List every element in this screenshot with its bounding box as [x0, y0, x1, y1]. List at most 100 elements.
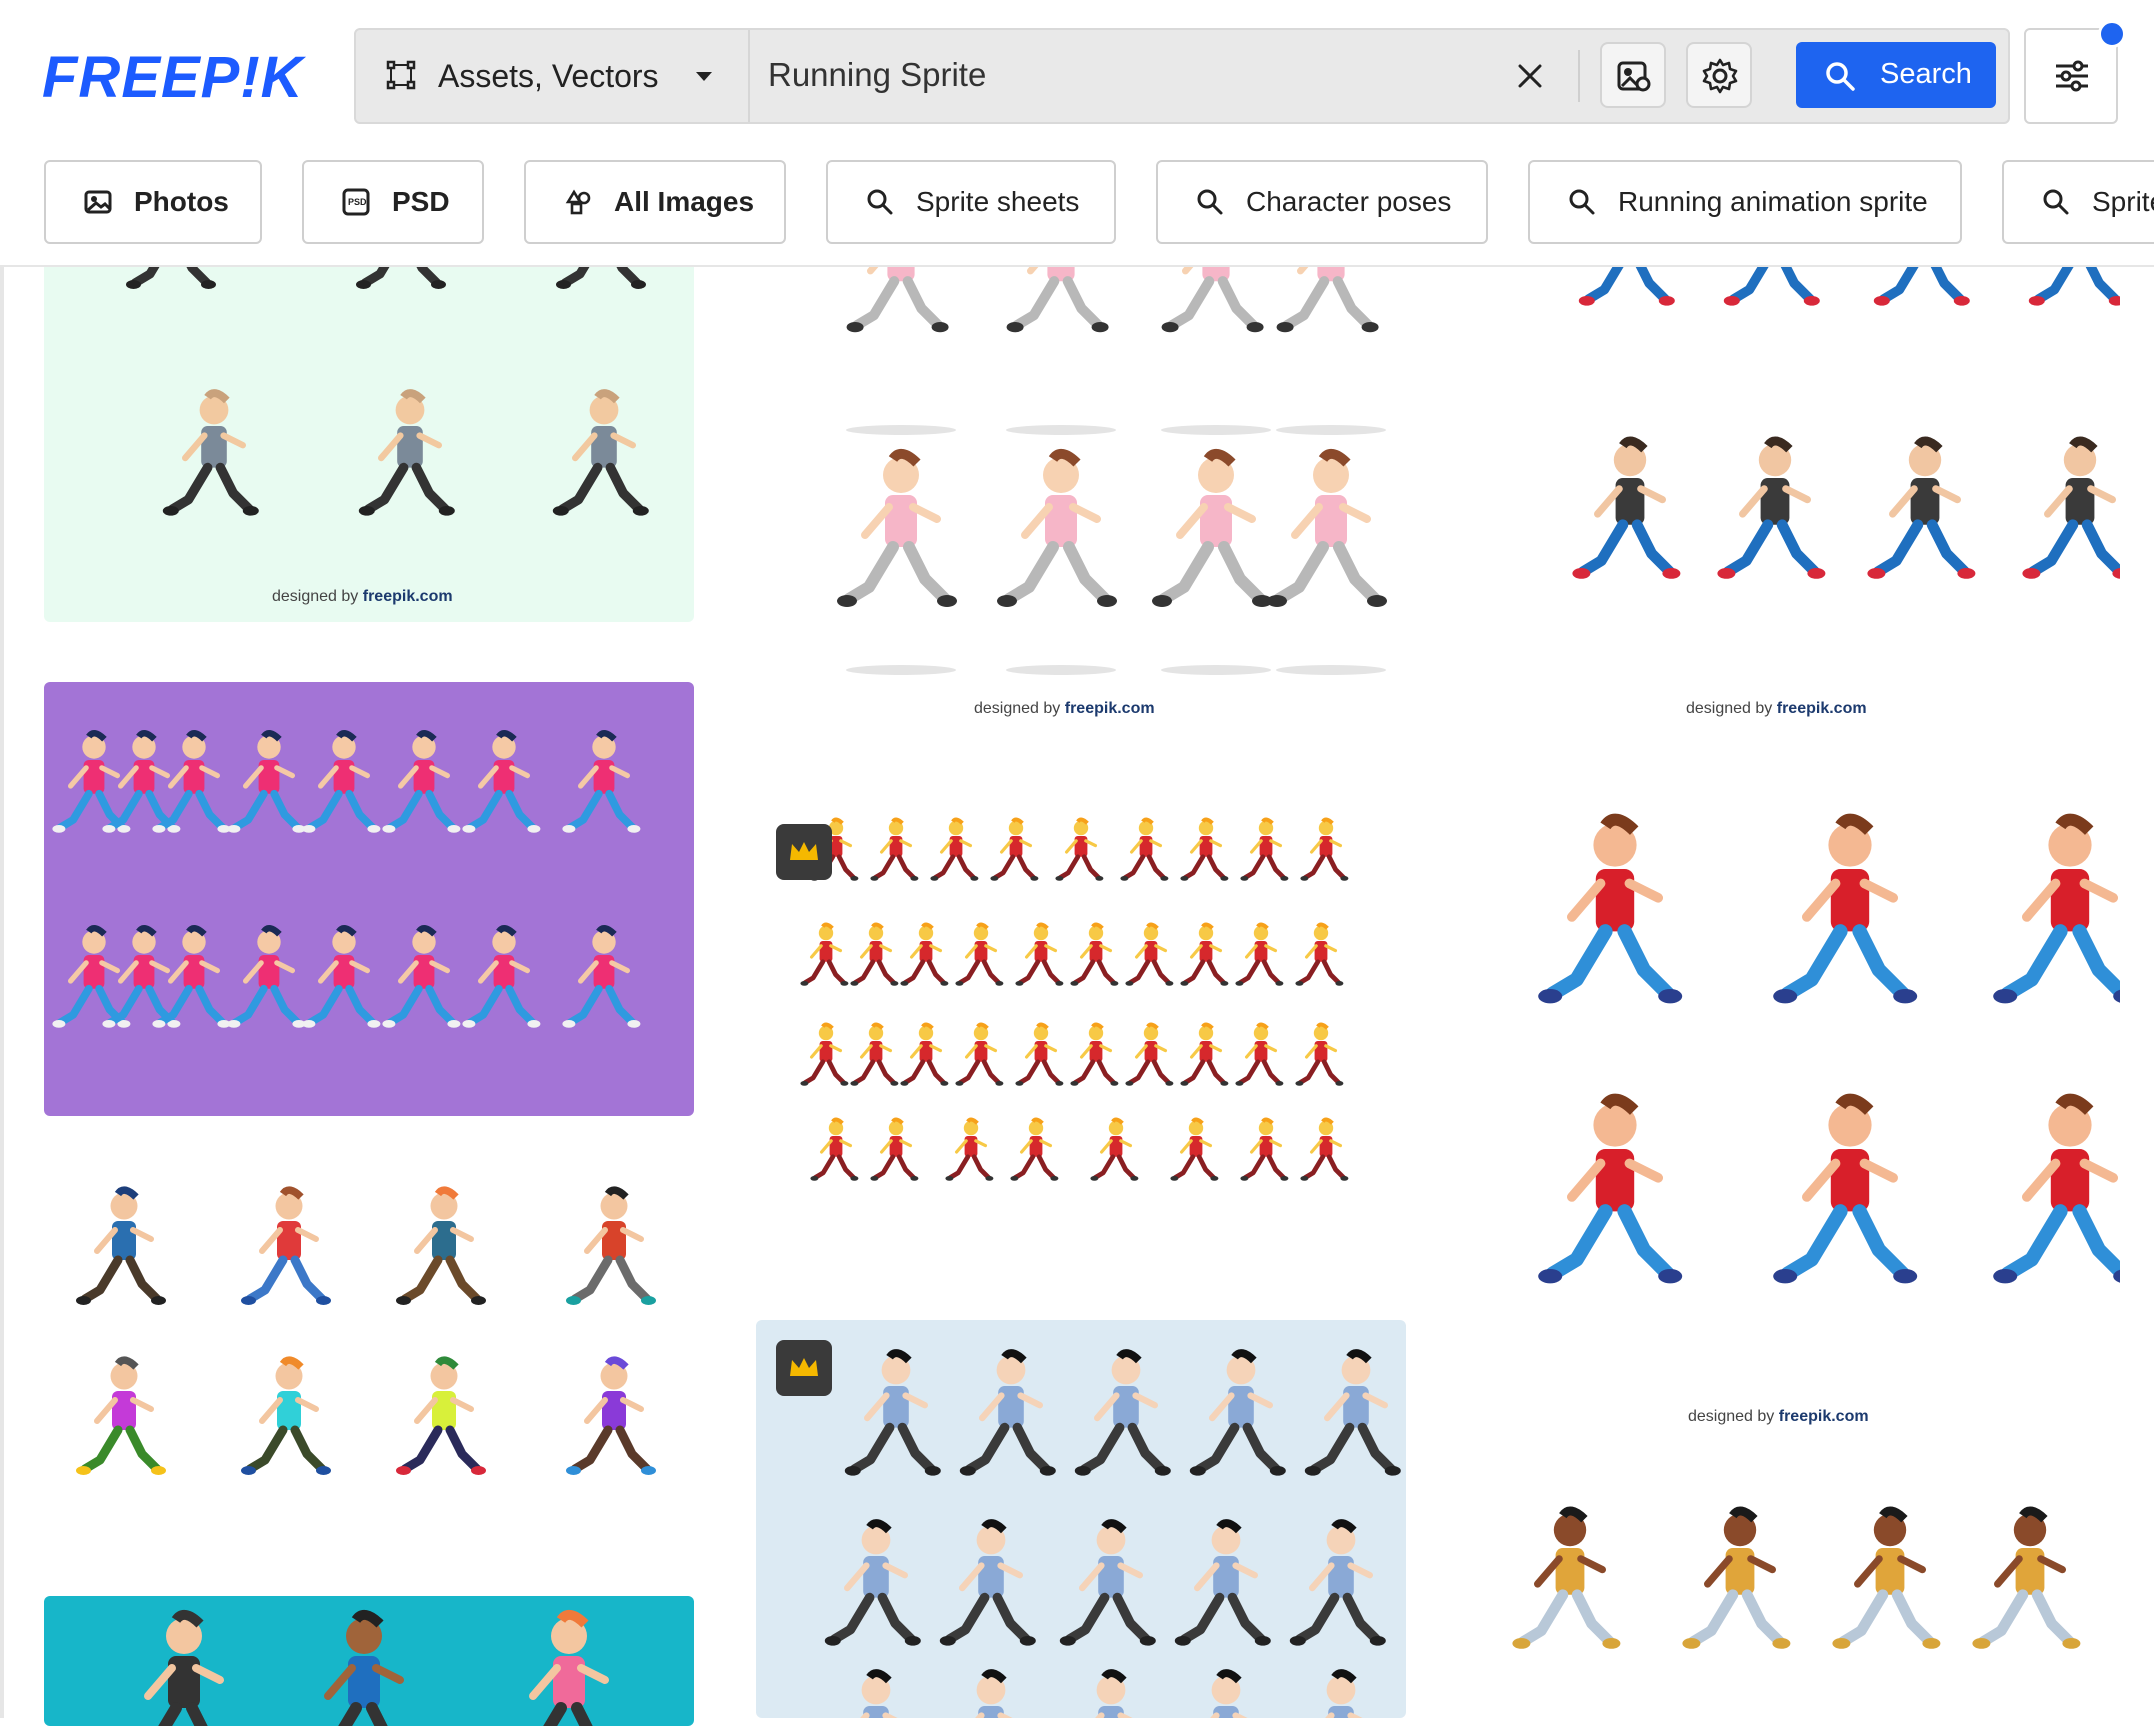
search-icon [2043, 189, 2069, 215]
character-figure [566, 1356, 656, 1475]
chip-label: Photos [134, 186, 229, 217]
result-card[interactable]: designed by freepik.com [1470, 200, 2120, 740]
character-figure [462, 730, 541, 833]
chip-sprite[interactable]: Sprite [2002, 160, 2154, 244]
character-figure [1010, 1117, 1059, 1181]
search-button[interactable]: Search [1796, 42, 1996, 108]
character-figure [844, 1349, 941, 1476]
crown-icon [790, 842, 818, 860]
premium-badge [776, 824, 832, 880]
character-figure [529, 1609, 609, 1726]
result-card[interactable] [44, 1166, 694, 1546]
character-figure [1289, 1519, 1386, 1646]
character-figure [144, 1609, 224, 1726]
character-figure [1180, 922, 1229, 986]
man-jeans-illustration [1572, 200, 2120, 579]
character-figure [1210, 1669, 1248, 1718]
credit-line: designed by freepik.com [1686, 700, 1867, 717]
character-figure [462, 925, 541, 1028]
character-figure [1090, 1117, 1139, 1181]
girl-walk-cycle-illustration [52, 730, 641, 1028]
chip-character-poses[interactable]: Character poses [1156, 160, 1488, 244]
credit-line: designed by freepik.com [1688, 1408, 1869, 1425]
shadow [1276, 665, 1386, 675]
search-icon [1197, 189, 1223, 215]
result-card[interactable] [44, 682, 694, 1116]
character-figure [1125, 1022, 1174, 1086]
character-figure [1180, 817, 1229, 881]
character-figure [552, 389, 649, 516]
character-figure [162, 389, 259, 516]
asset-type-dropdown[interactable]: Assets, Vectors [356, 30, 750, 122]
character-figure [1235, 1022, 1284, 1086]
gear-icon [1702, 58, 1738, 94]
sliders-icon [2056, 60, 2088, 92]
character-figure [1538, 813, 1683, 1004]
chip-all-images[interactable]: All Images [524, 160, 786, 244]
character-figure [990, 817, 1039, 881]
character-figure [562, 925, 641, 1028]
shadow [1006, 425, 1116, 435]
result-card[interactable]: designed by freepik.com [756, 200, 1406, 740]
robot-sprite-sheet-illustration [800, 817, 1349, 1181]
result-card[interactable] [756, 1320, 1406, 1718]
character-figure [52, 730, 131, 833]
character-figure [382, 925, 461, 1028]
shapes-icon [565, 189, 591, 215]
character-figure [324, 1609, 404, 1726]
boy-sprites-illustration [824, 1349, 1401, 1718]
character-figure [1295, 1022, 1344, 1086]
credit-line: designed by freepik.com [272, 588, 453, 605]
shadow [1161, 425, 1271, 435]
character-figure [1717, 436, 1826, 579]
character-figure [945, 1117, 994, 1181]
character-figure [358, 389, 455, 516]
chip-photos[interactable]: Photos [44, 160, 262, 244]
character-figure [800, 922, 849, 986]
result-card[interactable] [756, 808, 1406, 1278]
shadow [1276, 425, 1386, 435]
result-card[interactable]: designed by freepik.com [1470, 800, 2120, 1440]
character-figure [1120, 817, 1169, 881]
settings-button[interactable] [1686, 42, 1752, 108]
search-icon [867, 189, 893, 215]
close-icon[interactable] [1514, 60, 1546, 92]
character-figure [1174, 1519, 1271, 1646]
header: FREEP!K Assets, Vectors Running Sprite S… [0, 0, 2154, 267]
character-figure [1682, 1506, 1791, 1649]
character-figure [382, 730, 461, 833]
chip-label: All Images [614, 186, 755, 217]
character-figure [955, 1022, 1004, 1086]
character-figure [1015, 1022, 1064, 1086]
character-figure [930, 817, 979, 881]
character-figure [870, 817, 919, 881]
chip-label: Sprite [2092, 186, 2154, 217]
character-figure [1189, 1349, 1286, 1476]
character-figure [1300, 817, 1349, 881]
freepik-logo[interactable]: FREEP!K [42, 48, 304, 108]
character-figure [227, 925, 306, 1028]
shadow [1161, 665, 1271, 675]
character-figure [1300, 1117, 1349, 1181]
kids-running-illustration [76, 1186, 656, 1475]
chip-psd[interactable]: PSD PSD [302, 160, 484, 244]
character-figure [1015, 922, 1064, 986]
search-button-label: Search [1880, 58, 1972, 90]
character-figure [900, 922, 949, 986]
result-card[interactable] [1470, 1500, 2120, 1718]
assets-icon [386, 60, 416, 90]
character-figure [52, 925, 131, 1028]
character-figure [955, 922, 1004, 986]
credit-line: designed by freepik.com [974, 700, 1155, 717]
character-figure [1095, 1669, 1133, 1718]
character-figure [1267, 448, 1387, 607]
result-card[interactable] [44, 1596, 694, 1726]
chip-running-animation-sprite[interactable]: Running animation sprite [1528, 160, 1962, 244]
character-figure [566, 1186, 656, 1305]
chip-sprite-sheets[interactable]: Sprite sheets [826, 160, 1116, 244]
character-figure [1867, 436, 1976, 579]
character-figure [1055, 817, 1104, 881]
search-input[interactable]: Running Sprite [768, 56, 986, 94]
image-search-button[interactable] [1600, 42, 1666, 108]
shadow [846, 665, 956, 675]
